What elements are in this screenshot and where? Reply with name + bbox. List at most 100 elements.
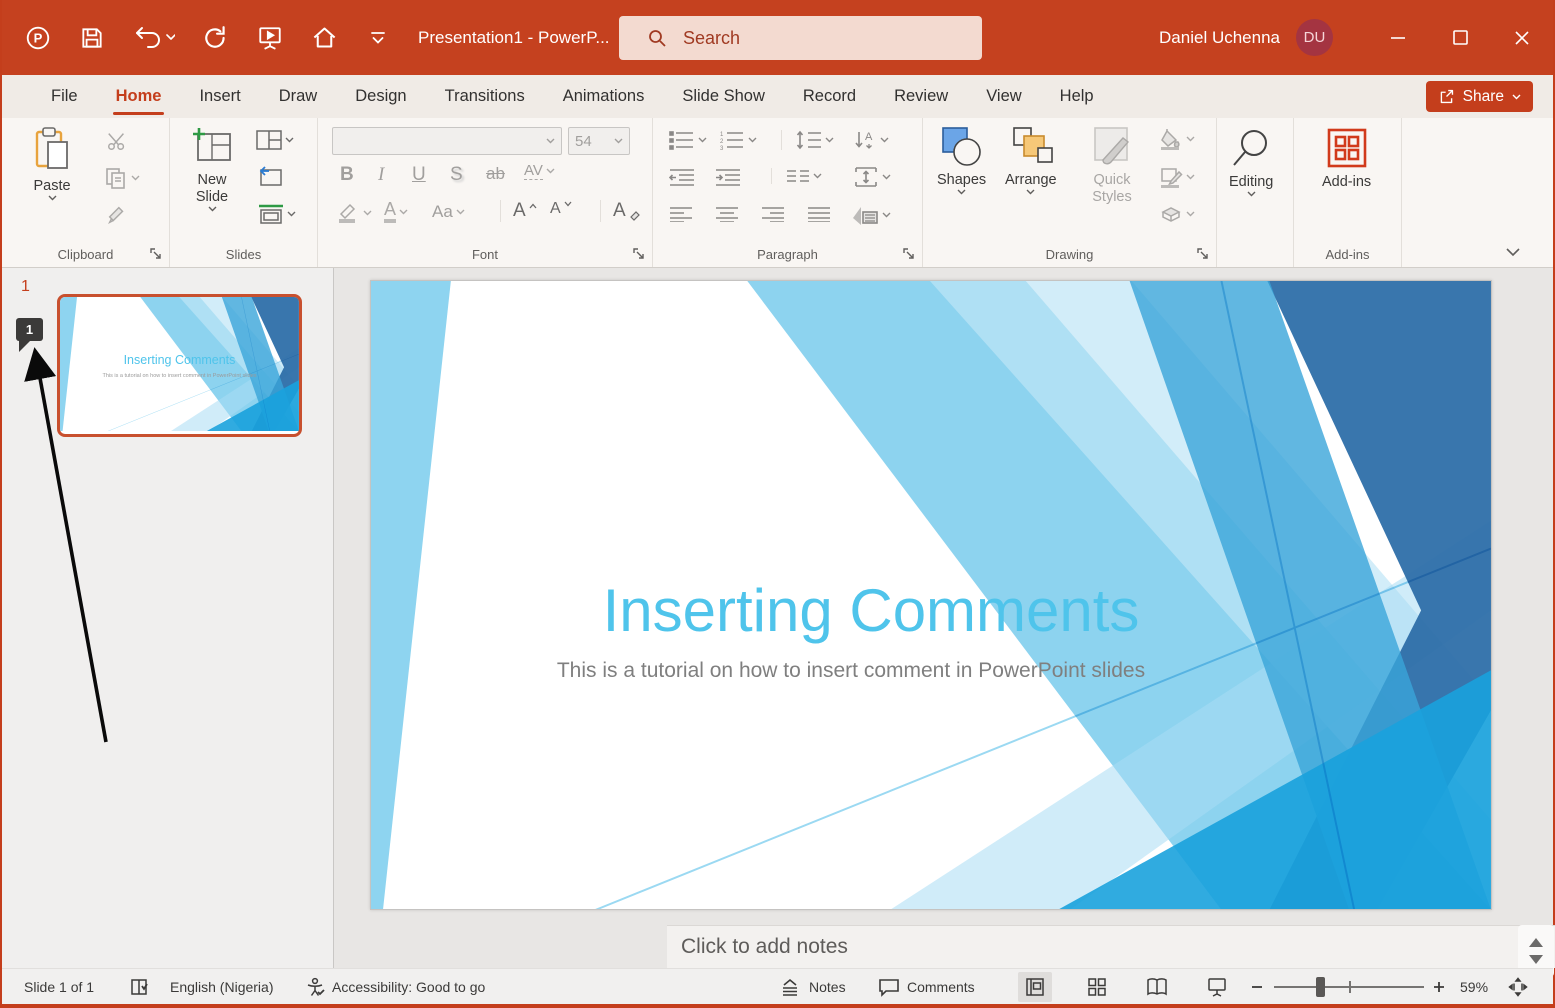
- convert-to-smartart-button[interactable]: [851, 204, 891, 226]
- slide-title[interactable]: Inserting Comments: [371, 576, 1371, 645]
- clear-formatting-button[interactable]: A: [600, 200, 641, 222]
- text-shadow-button[interactable]: S: [450, 164, 463, 186]
- notes-pane[interactable]: Click to add notes: [667, 925, 1555, 968]
- accessibility-button[interactable]: Accessibility: Good to go: [305, 969, 485, 1005]
- font-dialog-launcher[interactable]: [632, 247, 646, 261]
- language-indicator[interactable]: English (Nigeria): [170, 969, 273, 1005]
- section-button[interactable]: [258, 204, 296, 224]
- fit-slide-button[interactable]: [1508, 969, 1528, 1005]
- search-box[interactable]: [619, 16, 982, 60]
- quick-styles-button[interactable]: Quick Styles: [1081, 126, 1143, 206]
- zoom-level[interactable]: 59%: [1460, 969, 1488, 1005]
- maximize-button[interactable]: [1429, 0, 1491, 75]
- cut-button[interactable]: [106, 130, 128, 152]
- tab-slide-show[interactable]: Slide Show: [663, 75, 784, 118]
- format-painter-button[interactable]: [106, 204, 128, 226]
- tab-draw[interactable]: Draw: [260, 75, 337, 118]
- reading-view-button[interactable]: [1140, 972, 1174, 1002]
- slideshow-view-button[interactable]: [1200, 972, 1234, 1002]
- shape-outline-button[interactable]: [1159, 166, 1195, 188]
- paragraph-dialog-launcher[interactable]: [902, 247, 916, 261]
- tab-home[interactable]: Home: [97, 75, 181, 118]
- comments-toggle[interactable]: Comments: [878, 969, 975, 1005]
- tab-help[interactable]: Help: [1041, 75, 1113, 118]
- align-left-button[interactable]: [669, 206, 693, 222]
- reset-slide-button[interactable]: [258, 166, 284, 188]
- strikethrough-button[interactable]: ab: [486, 164, 505, 184]
- new-slide-button[interactable]: New Slide: [184, 126, 240, 212]
- drawing-dialog-launcher[interactable]: [1196, 247, 1210, 261]
- zoom-out-button[interactable]: [1250, 969, 1264, 1005]
- addins-button[interactable]: Add-ins: [1322, 126, 1371, 191]
- slide-editor[interactable]: Inserting Comments This is a tutorial on…: [370, 280, 1492, 910]
- minimize-button[interactable]: [1367, 0, 1429, 75]
- shape-fill-button[interactable]: [1159, 128, 1195, 150]
- notes-toggle[interactable]: Notes: [780, 969, 846, 1005]
- next-slide-button[interactable]: [1529, 955, 1543, 964]
- powerpoint-logo[interactable]: P: [24, 24, 52, 52]
- tab-record[interactable]: Record: [784, 75, 875, 118]
- decrease-indent-button[interactable]: [669, 168, 695, 186]
- columns-button[interactable]: [771, 168, 822, 184]
- tab-review[interactable]: Review: [875, 75, 967, 118]
- slide-layout-button[interactable]: [256, 130, 294, 150]
- bold-button[interactable]: B: [340, 164, 354, 186]
- slide-sorter-view-button[interactable]: [1080, 972, 1114, 1002]
- home-icon[interactable]: [310, 24, 338, 52]
- italic-button[interactable]: I: [378, 164, 384, 186]
- font-color-button[interactable]: A: [384, 200, 408, 223]
- increase-indent-button[interactable]: [715, 168, 741, 186]
- bullets-button[interactable]: [669, 130, 707, 150]
- character-spacing-button[interactable]: AV: [524, 162, 555, 180]
- tab-view[interactable]: View: [967, 75, 1040, 118]
- slideshow-from-beginning-icon[interactable]: [256, 24, 284, 52]
- decrease-font-size-button[interactable]: A: [550, 200, 572, 218]
- editing-button[interactable]: Editing: [1229, 126, 1273, 197]
- collapse-ribbon-icon[interactable]: [1505, 247, 1521, 257]
- paste-button[interactable]: Paste: [32, 126, 72, 201]
- font-name-combobox[interactable]: [332, 127, 562, 155]
- comment-badge[interactable]: 1: [16, 318, 43, 341]
- copy-button[interactable]: [104, 166, 140, 190]
- undo-icon[interactable]: [132, 24, 176, 52]
- redo-icon[interactable]: [202, 24, 230, 52]
- close-button[interactable]: [1491, 0, 1553, 75]
- tab-design[interactable]: Design: [336, 75, 425, 118]
- tab-transitions[interactable]: Transitions: [426, 75, 544, 118]
- zoom-slider-handle[interactable]: [1316, 977, 1325, 997]
- avatar[interactable]: DU: [1296, 19, 1333, 56]
- notes-placeholder[interactable]: Click to add notes: [681, 935, 848, 959]
- text-direction-button[interactable]: A: [853, 130, 889, 150]
- spellcheck-button[interactable]: [130, 969, 152, 1005]
- justify-button[interactable]: [807, 206, 831, 222]
- font-size-combobox[interactable]: 54: [568, 127, 630, 155]
- user-name[interactable]: Daniel Uchenna: [1159, 28, 1280, 48]
- save-icon[interactable]: [78, 24, 106, 52]
- arrange-button[interactable]: Arrange: [1005, 126, 1057, 195]
- shape-effects-button[interactable]: [1159, 204, 1195, 224]
- slide-1-thumbnail[interactable]: Inserting Comments This is a tutorial on…: [57, 294, 302, 437]
- align-text-button[interactable]: [853, 166, 891, 188]
- slide-indicator[interactable]: Slide 1 of 1: [24, 969, 94, 1005]
- slide-subtitle[interactable]: This is a tutorial on how to insert comm…: [371, 659, 1331, 683]
- align-right-button[interactable]: [761, 206, 785, 222]
- underline-button[interactable]: U: [412, 164, 426, 186]
- tab-file[interactable]: File: [32, 75, 97, 118]
- tab-insert[interactable]: Insert: [180, 75, 259, 118]
- share-button[interactable]: Share: [1426, 81, 1533, 112]
- tab-animations[interactable]: Animations: [544, 75, 664, 118]
- customize-qat-icon[interactable]: [364, 24, 392, 52]
- numbering-button[interactable]: 123: [719, 130, 757, 150]
- change-case-button[interactable]: Aa: [432, 202, 465, 222]
- increase-font-size-button[interactable]: A: [500, 200, 537, 222]
- normal-view-button[interactable]: [1018, 972, 1052, 1002]
- shapes-button[interactable]: Shapes: [937, 126, 986, 195]
- align-center-button[interactable]: [715, 206, 739, 222]
- search-input[interactable]: [683, 28, 923, 49]
- clipboard-dialog-launcher[interactable]: [149, 247, 163, 261]
- zoom-in-button[interactable]: [1432, 969, 1446, 1005]
- highlight-color-button[interactable]: [336, 202, 372, 224]
- minimize-icon: [1389, 29, 1407, 47]
- line-spacing-button[interactable]: [781, 130, 834, 150]
- previous-slide-button[interactable]: [1529, 938, 1543, 947]
